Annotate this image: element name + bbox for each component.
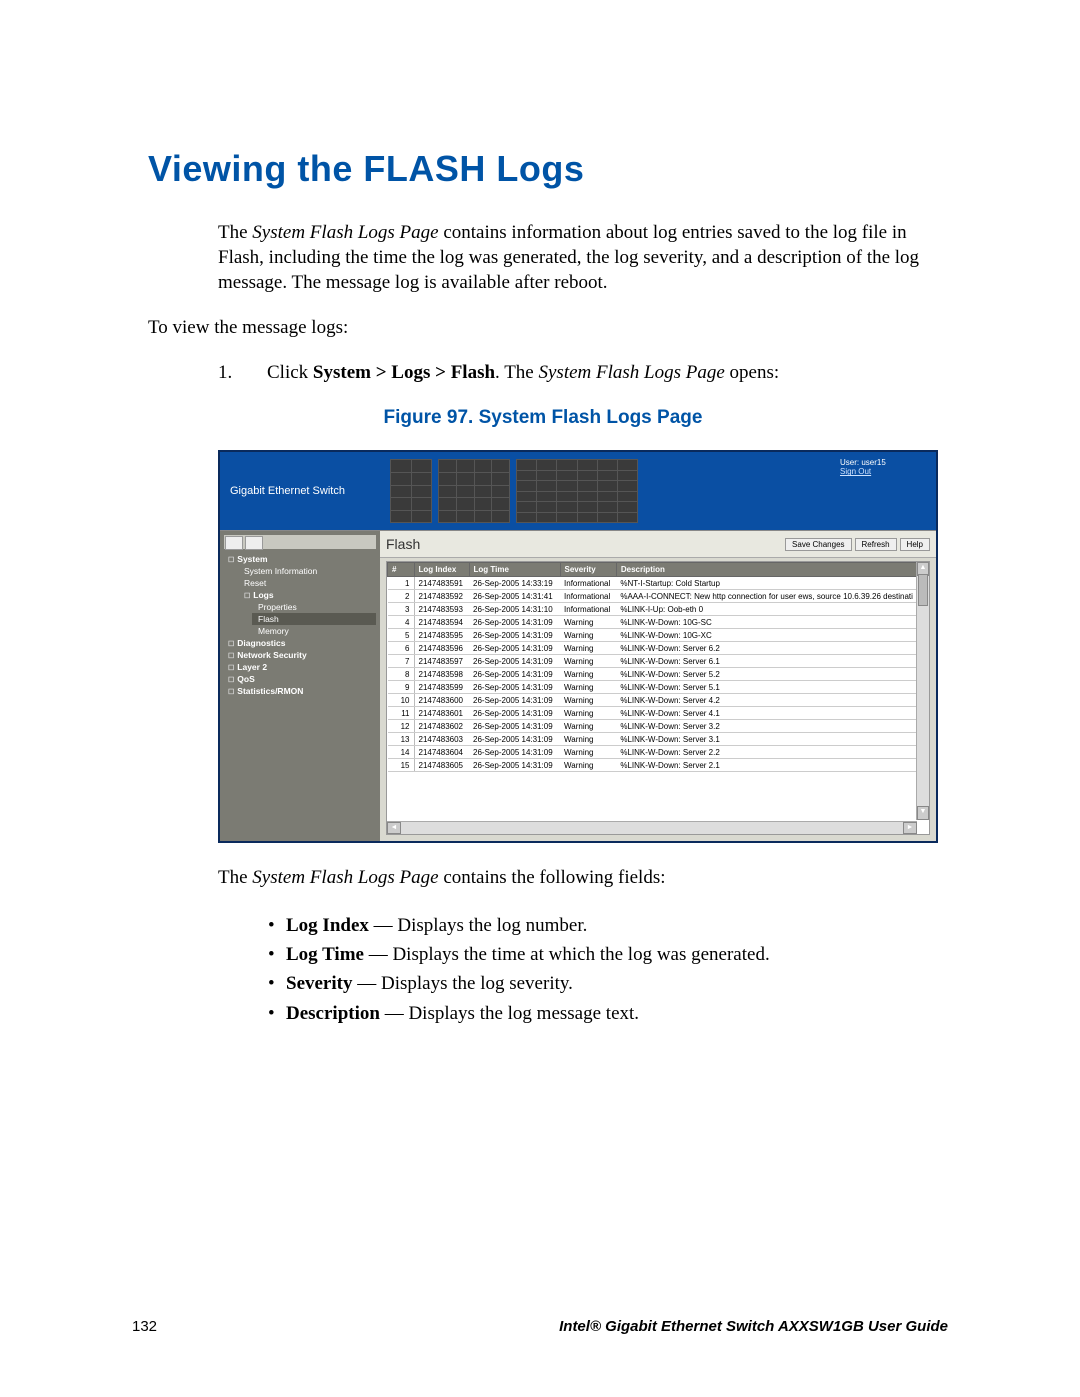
nav-toolbar: [224, 535, 376, 549]
text: . The: [495, 362, 538, 383]
table-row: 12214748360226-Sep-2005 14:31:09Warning%…: [388, 720, 929, 733]
log-table-wrap: # Log Index Log Time Severity Descriptio…: [386, 561, 930, 835]
sign-out-link[interactable]: Sign Out: [840, 467, 930, 476]
lead-in: To view the message logs:: [148, 315, 938, 340]
table-row: 11214748360126-Sep-2005 14:31:09Warning%…: [388, 707, 929, 720]
table-row: 7214748359726-Sep-2005 14:31:09Warning%L…: [388, 655, 929, 668]
nav-item[interactable]: Layer 2: [222, 661, 376, 673]
nav-item[interactable]: System Information: [238, 565, 376, 577]
table-row: 3214748359326-Sep-2005 14:31:10Informati…: [388, 603, 929, 616]
table-row: 8214748359826-Sep-2005 14:31:09Warning%L…: [388, 668, 929, 681]
nav-item[interactable]: Flash: [252, 613, 376, 625]
nav-item[interactable]: Properties: [252, 601, 376, 613]
app-header: Gigabit Ethernet Switch User: user15 Sig…: [220, 452, 936, 530]
field-definition: Severity — Displays the log severity.: [268, 969, 938, 998]
nav-item[interactable]: QoS: [222, 673, 376, 685]
nav-item[interactable]: Diagnostics: [222, 637, 376, 649]
log-table: # Log Index Log Time Severity Descriptio…: [387, 562, 929, 772]
product-name: Gigabit Ethernet Switch: [220, 452, 390, 530]
panel-title: Flash: [386, 536, 420, 552]
screenshot-flash-logs: Gigabit Ethernet Switch User: user15 Sig…: [218, 450, 938, 843]
col-severity: Severity: [560, 563, 616, 577]
expand-icon[interactable]: [225, 536, 243, 550]
page-number: 132: [132, 1318, 157, 1335]
figure-caption: Figure 97. System Flash Logs Page: [148, 405, 938, 430]
table-row: 1214748359126-Sep-2005 14:33:19Informati…: [388, 577, 929, 590]
section-heading: Viewing the FLASH Logs: [148, 148, 938, 190]
intro-paragraph: The System Flash Logs Page contains info…: [218, 220, 938, 295]
col-description: Description: [616, 563, 928, 577]
document-title: Intel® Gigabit Ethernet Switch AXXSW1GB …: [559, 1318, 948, 1335]
scroll-thumb[interactable]: [918, 574, 928, 606]
nav-item[interactable]: Network Security: [222, 649, 376, 661]
text: Click: [267, 362, 313, 383]
table-row: 15214748360526-Sep-2005 14:31:09Warning%…: [388, 759, 929, 772]
help-button[interactable]: Help: [900, 538, 930, 551]
text: The: [218, 222, 252, 243]
page-reference: System Flash Logs Page: [539, 362, 725, 383]
col-log-time: Log Time: [469, 563, 560, 577]
table-row: 5214748359526-Sep-2005 14:31:09Warning%L…: [388, 629, 929, 642]
field-definition: Log Index — Displays the log number.: [268, 911, 938, 940]
scroll-right-icon[interactable]: ►: [903, 822, 917, 834]
step-number: 1.: [218, 362, 232, 383]
table-row: 6214748359626-Sep-2005 14:31:09Warning%L…: [388, 642, 929, 655]
nav-item[interactable]: Logs: [238, 589, 376, 601]
col-log-index: Log Index: [414, 563, 469, 577]
field-definition: Log Time — Displays the time at which th…: [268, 940, 938, 969]
refresh-button[interactable]: Refresh: [855, 538, 897, 551]
nav-tree: SystemSystem InformationResetLogsPropert…: [220, 531, 380, 841]
field-definition: Description — Displays the log message t…: [268, 999, 938, 1028]
step-1: 1. Click System > Logs > Flash. The Syst…: [248, 360, 938, 385]
scroll-left-icon[interactable]: ◄: [387, 822, 401, 834]
user-label: User: user15: [840, 458, 930, 467]
table-row: 4214748359426-Sep-2005 14:31:09Warning%L…: [388, 616, 929, 629]
text: The: [218, 867, 252, 888]
scroll-down-icon[interactable]: ▼: [917, 806, 929, 820]
field-list: Log Index — Displays the log number.Log …: [268, 911, 938, 1029]
collapse-icon[interactable]: [245, 536, 263, 550]
col-num: #: [388, 563, 415, 577]
nav-item[interactable]: Reset: [238, 577, 376, 589]
device-graphic: [390, 452, 834, 530]
page-reference: System Flash Logs Page: [252, 222, 438, 243]
table-row: 2214748359226-Sep-2005 14:31:41Informati…: [388, 590, 929, 603]
table-row: 14214748360426-Sep-2005 14:31:09Warning%…: [388, 746, 929, 759]
text: opens:: [725, 362, 779, 383]
nav-item[interactable]: Memory: [252, 625, 376, 637]
nav-item[interactable]: System: [222, 553, 376, 565]
menu-path: System > Logs > Flash: [313, 362, 495, 383]
horizontal-scrollbar[interactable]: ◄ ►: [387, 821, 917, 834]
fields-lead: The System Flash Logs Page contains the …: [218, 865, 938, 890]
table-row: 13214748360326-Sep-2005 14:31:09Warning%…: [388, 733, 929, 746]
save-changes-button[interactable]: Save Changes: [785, 538, 851, 551]
vertical-scrollbar[interactable]: ▲ ▼: [916, 562, 929, 820]
nav-item[interactable]: Statistics/RMON: [222, 685, 376, 697]
page-reference: System Flash Logs Page: [252, 867, 438, 888]
table-row: 10214748360026-Sep-2005 14:31:09Warning%…: [388, 694, 929, 707]
text: contains the following fields:: [439, 867, 666, 888]
table-row: 9214748359926-Sep-2005 14:31:09Warning%L…: [388, 681, 929, 694]
